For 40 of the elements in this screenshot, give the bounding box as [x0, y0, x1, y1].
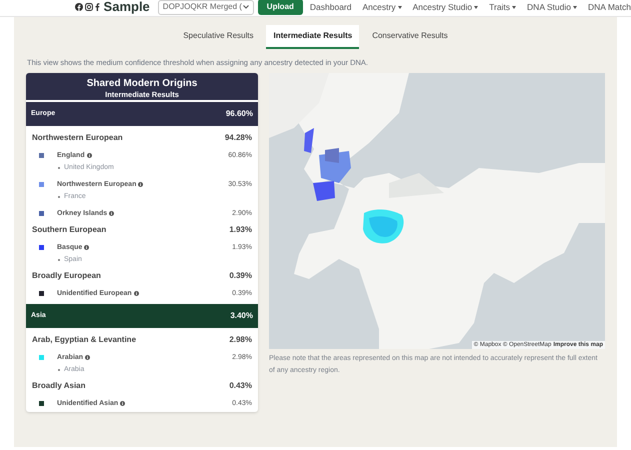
- upload-button[interactable]: Upload: [258, 0, 303, 15]
- info-icon[interactable]: [134, 291, 139, 296]
- caret-icon: [573, 6, 577, 8]
- caret-icon: [398, 6, 402, 8]
- info-icon[interactable]: [84, 245, 90, 250]
- nav-link[interactable]: DNA Match: [588, 0, 631, 14]
- tab[interactable]: Intermediate Results: [266, 25, 360, 49]
- group-name: Northwestern European: [32, 132, 123, 144]
- group-percent: 0.39%: [229, 270, 252, 282]
- info-icon[interactable]: [138, 182, 144, 188]
- nav-link[interactable]: Ancestry Studio: [412, 0, 478, 14]
- facebook-f-icon[interactable]: [94, 3, 100, 11]
- chevron-down-icon: [242, 5, 249, 9]
- nav-link[interactable]: Dashboard: [310, 0, 352, 14]
- nav-link[interactable]: Traits: [489, 0, 516, 14]
- info-icon[interactable]: [109, 211, 114, 216]
- region-percent: 96.60%: [226, 108, 253, 120]
- tab[interactable]: Speculative Results: [176, 25, 260, 49]
- kit-select[interactable]: DOPJOQKR Merged (: [158, 0, 254, 14]
- instagram-icon[interactable]: [84, 3, 93, 11]
- region-percent: 3.40%: [230, 310, 253, 322]
- card-title: Shared Modern Origins: [86, 78, 198, 90]
- group-percent: 94.28%: [224, 132, 252, 144]
- group-name: Southern European: [32, 224, 106, 236]
- group-name: Broadly European: [32, 270, 101, 282]
- facebook-icon[interactable]: [74, 3, 83, 11]
- group-percent: 0.43%: [229, 380, 252, 392]
- nav-link[interactable]: DNA Studio: [527, 0, 577, 14]
- caret-icon: [474, 6, 478, 8]
- group-name: Broadly Asian: [32, 380, 86, 392]
- brand-name[interactable]: Sample: [104, 0, 150, 17]
- group-percent: 1.93%: [229, 224, 252, 236]
- info-icon[interactable]: [120, 401, 126, 406]
- caret-icon: [512, 6, 516, 8]
- nav-link[interactable]: Ancestry: [362, 0, 402, 14]
- group-percent: 2.98%: [229, 334, 252, 346]
- info-icon[interactable]: [86, 153, 92, 158]
- group-name: Arab, Egyptian & Levantine: [32, 334, 136, 346]
- info-icon[interactable]: [85, 355, 90, 360]
- tab[interactable]: Conservative Results: [365, 25, 455, 49]
